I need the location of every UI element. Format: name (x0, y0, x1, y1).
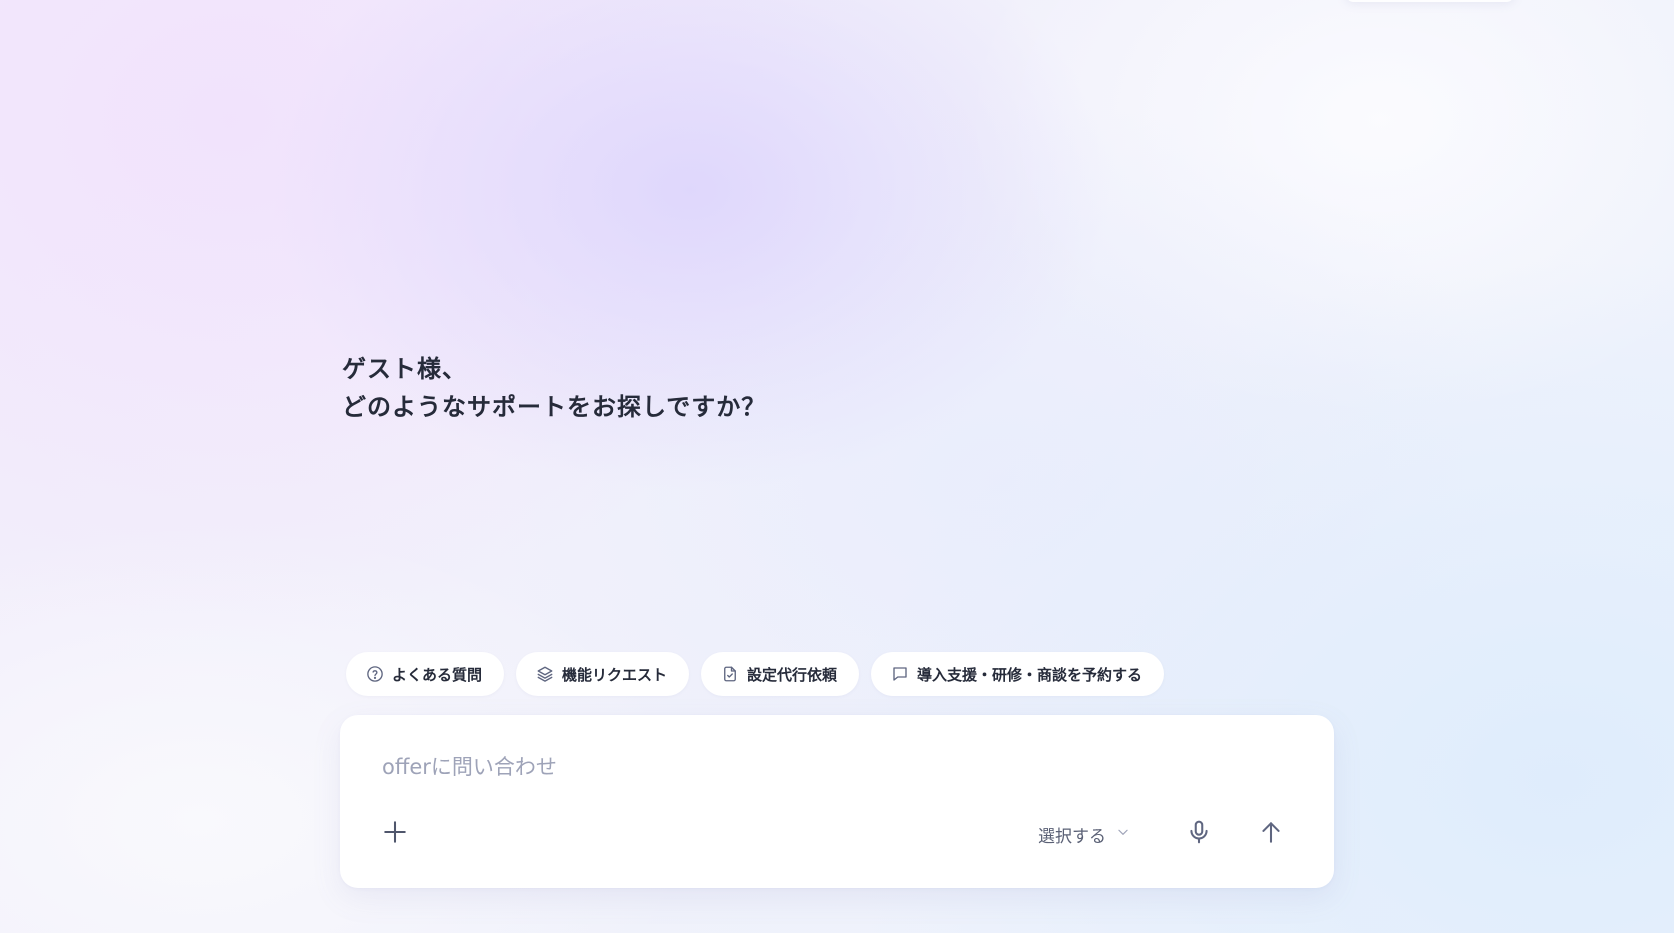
message-input[interactable] (382, 751, 1282, 787)
setup-request-chip[interactable]: 設定代行依頼 (701, 652, 860, 696)
question-circle-icon (366, 665, 384, 683)
faq-chip-label: よくある質問 (392, 665, 483, 684)
feature-request-chip[interactable]: 機能リクエスト (516, 652, 690, 696)
mode-select[interactable]: 選択する (1038, 819, 1130, 849)
greeting-line-2: どのようなサポートをお探しですか？ (342, 393, 767, 421)
greeting-line-1: ゲスト様、 (342, 355, 467, 383)
faq-chip[interactable]: よくある質問 (346, 652, 505, 696)
top-partial-element (1345, 0, 1515, 2)
attach-button[interactable] (378, 817, 412, 851)
booking-chip-label: 導入支援・研修・商談を予約する (917, 665, 1143, 684)
document-check-icon (721, 665, 739, 683)
mode-select-label: 選択する (1038, 826, 1106, 847)
arrow-up-icon (1258, 819, 1284, 849)
plus-icon (382, 819, 408, 849)
layers-icon (536, 665, 554, 683)
chevron-down-icon (1116, 824, 1130, 844)
greeting-heading: ゲスト様、 どのようなサポートをお探しですか？ (342, 350, 766, 426)
send-button[interactable] (1252, 815, 1290, 853)
chat-bubble-icon (891, 665, 909, 683)
booking-chip[interactable]: 導入支援・研修・商談を予約する (871, 652, 1165, 696)
setup-request-chip-label: 設定代行依頼 (747, 665, 838, 684)
microphone-icon (1186, 819, 1212, 849)
quick-action-chips: よくある質問 機能リクエスト 設定代行依頼 導入支援・研修・商談を予約する (346, 652, 1165, 696)
feature-request-chip-label: 機能リクエスト (562, 665, 668, 684)
message-composer: 選択する (340, 715, 1334, 888)
voice-input-button[interactable] (1180, 815, 1218, 853)
